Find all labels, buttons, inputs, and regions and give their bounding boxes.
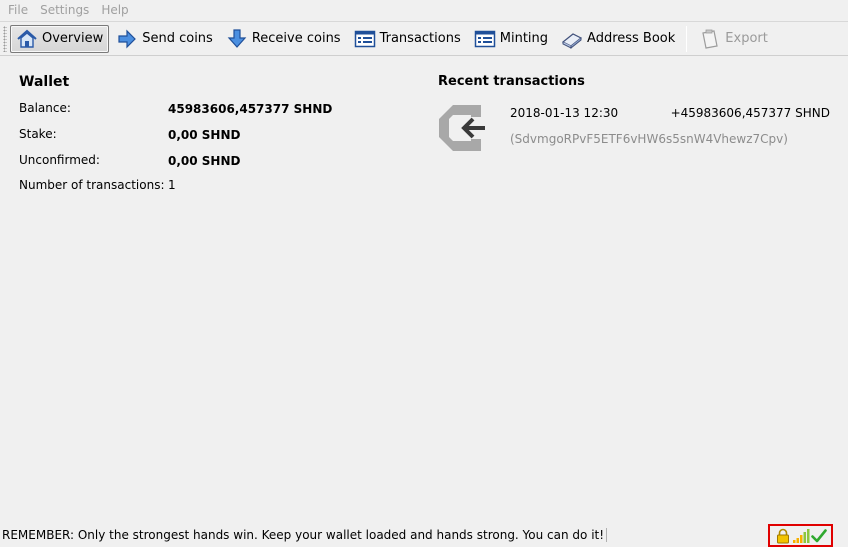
book-icon [561, 32, 583, 49]
unconfirmed-label: Unconfirmed: [19, 153, 100, 167]
menu-help[interactable]: Help [95, 0, 134, 20]
toolbar-grip[interactable] [3, 25, 7, 52]
transaction-amount: +45983606,457377 SHND [670, 106, 830, 120]
receive-coins-button[interactable]: Receive coins [220, 25, 347, 53]
transactions-label: Transactions [379, 31, 461, 46]
unconfirmed-value: 0,00 SHND [168, 154, 241, 168]
wallet-title: Wallet [19, 74, 70, 90]
menu-file[interactable]: File [2, 0, 34, 20]
menu-bar: File Settings Help [0, 0, 848, 20]
list-icon [354, 30, 375, 47]
home-icon [17, 29, 37, 48]
transactions-button[interactable]: Transactions [348, 25, 467, 53]
transaction-address: (SdvmgoRPvF5ETF6vHW6s5snW4Vhewz7Cpv) [510, 132, 788, 146]
minting-label: Minting [499, 31, 549, 46]
status-message: REMEMBER: Only the strongest hands win. … [2, 528, 608, 542]
menu-settings[interactable]: Settings [34, 0, 95, 20]
send-coins-label: Send coins [142, 31, 213, 46]
overview-label: Overview [42, 31, 104, 46]
connection-signal-icon[interactable] [792, 528, 810, 544]
num-transactions-label: Number of transactions: [19, 178, 165, 192]
send-coins-button[interactable]: Send coins [110, 25, 219, 53]
balance-label: Balance: [19, 101, 71, 115]
receive-coins-label: Receive coins [251, 31, 341, 46]
lock-icon[interactable] [775, 528, 791, 544]
clipboard-icon [702, 29, 719, 49]
arrow-down-icon [227, 28, 247, 48]
address-book-button[interactable]: Address Book [555, 25, 681, 53]
transaction-date: 2018-01-13 12:30 [510, 106, 619, 120]
recent-transactions-title: Recent transactions [438, 74, 585, 89]
stake-value: 0,00 SHND [168, 128, 241, 142]
toolbar-separator [686, 25, 688, 52]
list-icon [474, 30, 495, 47]
balance-value: 45983606,457377 SHND [168, 102, 333, 116]
incoming-transaction-icon [439, 105, 485, 151]
synced-check-icon[interactable] [810, 528, 827, 544]
status-icons-group [768, 524, 833, 547]
minting-button[interactable]: Minting [468, 25, 554, 53]
toolbar: Overview Send coins Receive coins Transa… [0, 21, 848, 56]
stake-label: Stake: [19, 127, 57, 141]
num-transactions-value: 1 [168, 178, 176, 192]
status-bar: REMEMBER: Only the strongest hands win. … [0, 523, 848, 547]
arrow-right-icon [118, 29, 137, 48]
export-label: Export [725, 31, 768, 46]
address-book-label: Address Book [587, 31, 676, 46]
overview-button[interactable]: Overview [10, 24, 110, 53]
export-button[interactable]: Export [693, 25, 774, 53]
